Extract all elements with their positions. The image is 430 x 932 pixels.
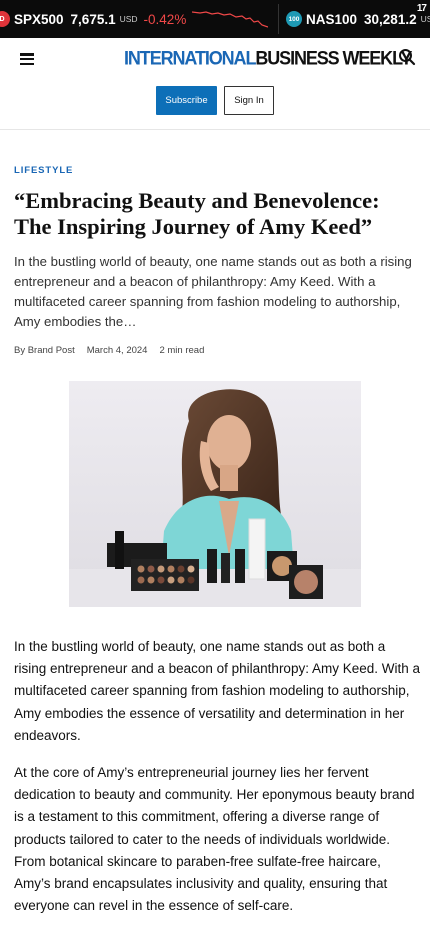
ticker-symbol: NAS100 <box>306 11 358 27</box>
ticker-symbol: SPX500 <box>14 11 64 27</box>
ticker-value: 7,675.1 <box>70 11 116 27</box>
sign-in-button[interactable]: Sign In <box>224 86 274 115</box>
hero-photo <box>69 381 361 607</box>
ticker-item-nas100[interactable]: 100 NAS100 30,281.2 USD <box>286 0 430 38</box>
author-byline[interactable]: By Brand Post <box>14 345 75 356</box>
article-body: In the bustling world of beauty, one nam… <box>14 636 420 932</box>
hamburger-menu-icon[interactable] <box>20 52 34 66</box>
stock-ticker[interactable]: D SPX500 7,675.1 USD -0.42% 100 NAS100 3… <box>0 0 430 38</box>
ticker-divider <box>278 4 279 34</box>
hero-image <box>69 381 361 607</box>
article-dek: In the bustling world of beauty, one nam… <box>14 254 412 329</box>
ticker-currency: USD <box>420 14 430 24</box>
logo-part-international: INTERNATIONAL <box>124 46 256 69</box>
site-header: INTERNATIONALBUSINESS WEEKLY Subscribe S… <box>0 38 430 130</box>
site-logo[interactable]: INTERNATIONALBUSINESS WEEKLY <box>124 46 412 70</box>
nas-badge-icon: 100 <box>286 11 302 27</box>
sparkline-icon <box>192 11 268 28</box>
body-paragraph-2: At the core of Amy’s entrepreneurial jou… <box>14 765 415 914</box>
ticker-value: 30,281.2 <box>364 11 417 27</box>
publish-date: March 4, 2024 <box>86 345 148 356</box>
ticker-currency: USD <box>119 14 138 24</box>
read-time: 2 min read <box>159 345 205 356</box>
tradingview-logo-icon[interactable]: 17 <box>417 3 427 14</box>
article-meta: By Brand Post March 4, 2024 2 min read <box>14 345 204 356</box>
spx-badge-icon: D <box>0 11 10 27</box>
ticker-item-spx500[interactable]: D SPX500 7,675.1 USD -0.42% <box>0 0 186 38</box>
logo-part-business-weekly: BUSINESS WEEKLY <box>255 46 412 69</box>
article-title: “Embracing Beauty and Benevolence: The I… <box>14 188 380 239</box>
search-icon[interactable] <box>398 48 416 66</box>
ticker-change: -0.42% <box>143 11 187 27</box>
body-paragraph-1: In the bustling world of beauty, one nam… <box>14 639 420 743</box>
category-label[interactable]: LIFESTYLE <box>14 165 73 176</box>
subscribe-button[interactable]: Subscribe <box>156 86 217 115</box>
